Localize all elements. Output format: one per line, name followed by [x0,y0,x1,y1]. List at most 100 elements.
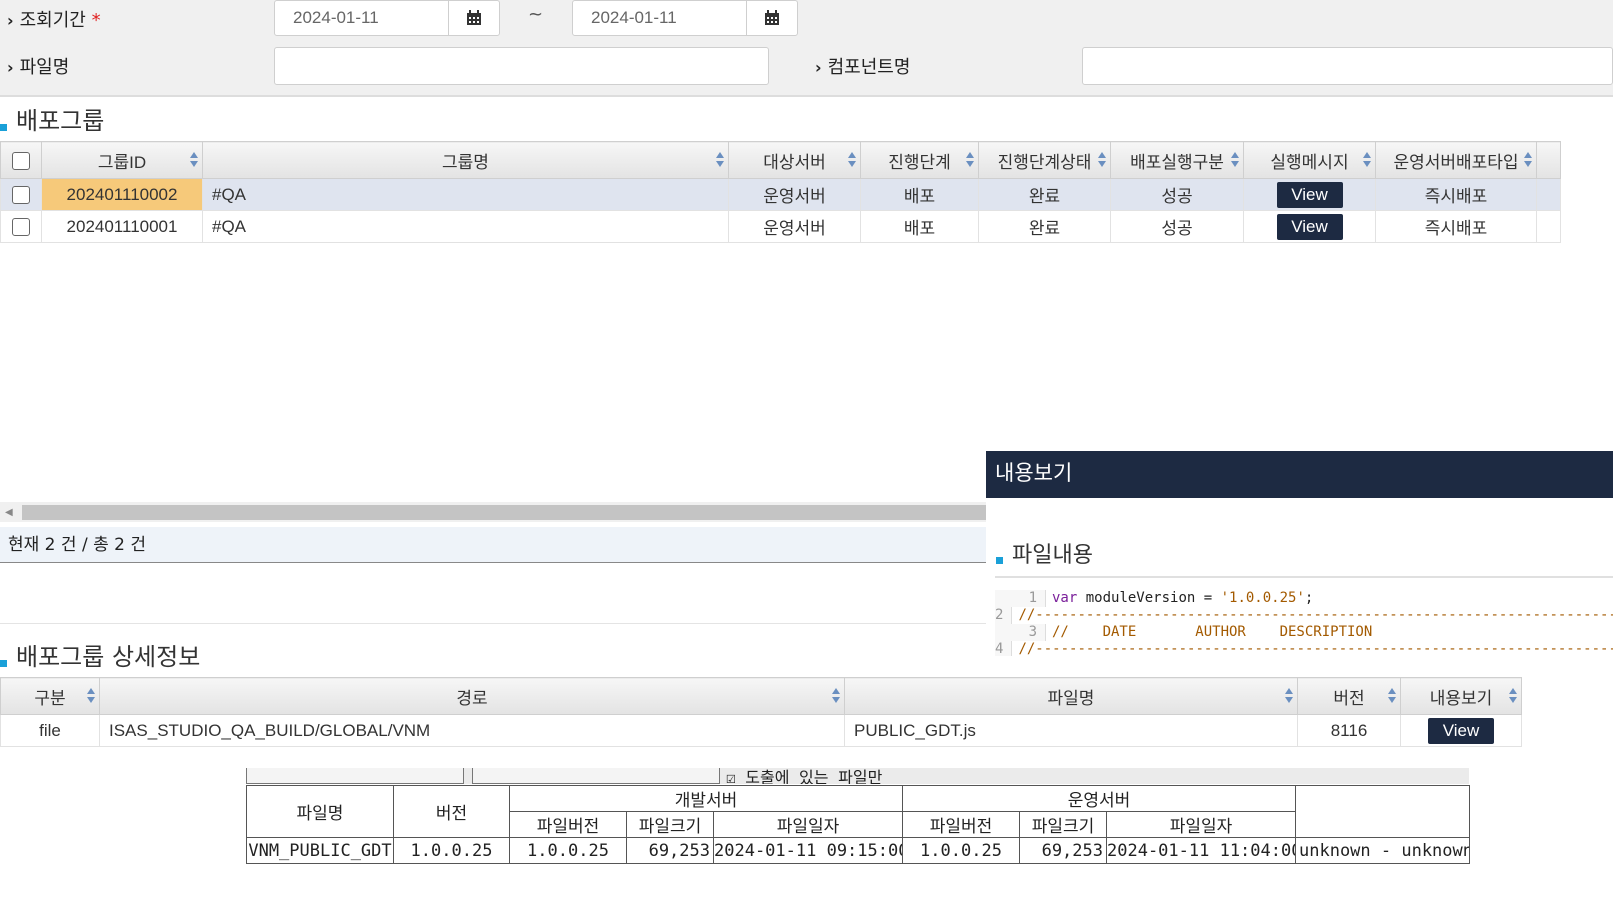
calendar-icon[interactable] [746,1,797,35]
component-input[interactable] [1082,47,1613,85]
cell-filename: VNM_PUBLIC_GDT [246,837,394,864]
cell-exec-message: View [1243,178,1376,211]
cell-prod-date: 2024-01-11 11:04:00 [1106,837,1296,864]
date-from-field[interactable]: 2024-01-11 [274,0,500,36]
chevron-right-icon: › [815,58,822,77]
cell-dev-size: 69,253 [626,837,714,864]
cell-exec-type[interactable]: 성공 [1110,178,1244,211]
date-to-value[interactable]: 2024-01-11 [573,1,746,35]
cell-filename[interactable]: PUBLIC_GDT.js [844,714,1298,747]
col-path[interactable]: 경로 [99,677,845,715]
filename-input[interactable] [274,47,769,85]
detail-table-header: 구분 경로 파일명 버전 내용보기 [0,677,1561,715]
hdr-status [1295,785,1470,838]
toolbar-button[interactable] [472,768,720,784]
hdr-prod-file-version: 파일버전 [902,811,1020,838]
cell-target-server[interactable]: 운영서버 [728,178,861,211]
hdr-version: 버전 [393,785,510,838]
col-stage-status[interactable]: 진행단계상태 [978,141,1111,179]
detail-table: 구분 경로 파일명 버전 내용보기 file ISAS_STUDIO_QA_BU… [0,677,1561,747]
scrollbar-thumb[interactable] [22,505,986,520]
view-message-button[interactable]: View [1276,181,1343,208]
cell-group-id[interactable]: 202401110001 [41,210,203,243]
content-view-title: 내용보기 [986,451,1613,498]
cell-deploy-type[interactable]: 즉시배포 [1375,178,1537,211]
filename-label: › 파일명 [7,57,70,78]
hdr-dev-file-version: 파일버전 [509,811,627,838]
col-exec-message[interactable]: 실행메시지 [1243,141,1376,179]
select-all-checkbox[interactable] [0,141,42,179]
calendar-icon[interactable] [448,1,499,35]
col-deploy-type[interactable]: 운영서버배포타입 [1375,141,1537,179]
col-view[interactable]: 내용보기 [1400,677,1522,715]
toolbar-button[interactable] [246,768,464,784]
cell-stage-status[interactable]: 완료 [978,178,1111,211]
component-label: › 컴포넌트명 [815,57,911,78]
cell-stage[interactable]: 배포 [860,178,979,211]
date-from-value[interactable]: 2024-01-11 [275,1,448,35]
hdr-prod-server: 운영서버 [902,785,1296,812]
group-table-header: 그룹ID 그룹명 대상서버 진행단계 진행단계상태 배포실행구분 실행메시지 운… [0,141,1561,179]
record-count: 현재 2 건 / 총 2 건 [0,527,986,563]
col-spacer [1521,677,1561,715]
cell-version[interactable]: 8116 [1297,714,1401,747]
hdr-filename: 파일명 [246,785,394,838]
cell-view: View [1400,714,1522,747]
horizontal-scrollbar[interactable]: ◀ [0,502,986,522]
code-viewer[interactable]: 1 var moduleVersion = '1.0.0.25'; 2 //--… [995,576,1613,656]
cell-path[interactable]: ISAS_STUDIO_QA_BUILD/GLOBAL/VNM [99,714,845,747]
hdr-dev-file-size: 파일크기 [626,811,714,838]
chevron-right-icon: › [7,58,14,77]
cell-group-name[interactable]: #QA [202,210,729,243]
col-group-id[interactable]: 그룹ID [41,141,203,179]
scroll-left-icon[interactable]: ◀ [5,507,13,518]
hdr-dev-file-date: 파일일자 [713,811,903,838]
col-group-name[interactable]: 그룹명 [202,141,729,179]
cell-status: unknown - unknown [1295,837,1470,864]
file-compare-panel: ☑ 도출에 있는 파일만 파일명 버전 개발서버 운영서버 파일버전 파일크기 … [246,768,1470,868]
cell-deploy-type[interactable]: 즉시배포 [1375,210,1537,243]
only-path-checkbox[interactable]: ☑ 도출에 있는 파일만 [726,768,882,784]
hdr-prod-file-date: 파일일자 [1106,811,1296,838]
cell-stage[interactable]: 배포 [860,210,979,243]
file-content-title: 파일내용 [996,537,1093,569]
cell-target-server[interactable]: 운영서버 [728,210,861,243]
hdr-prod-file-size: 파일크기 [1019,811,1107,838]
cell-dev-version: 1.0.0.25 [509,837,627,864]
group-section-title: 배포그룹 [0,101,104,136]
code-line: 2 //------------------------------------… [995,607,1613,624]
cell-spacer [1536,178,1561,211]
row-checkbox[interactable] [0,210,42,243]
table-row[interactable]: 202401110002 #QA 운영서버 배포 완료 성공 View 즉시배포 [0,178,1561,211]
col-stage[interactable]: 진행단계 [860,141,979,179]
cell-exec-type[interactable]: 성공 [1110,210,1244,243]
cell-type[interactable]: file [0,714,100,747]
code-line: 4 //------------------------------------… [995,641,1613,656]
date-to-field[interactable]: 2024-01-11 [572,0,798,36]
date-range-separator: ~ [528,4,544,25]
row-checkbox[interactable] [0,178,42,211]
detail-section-title: 배포그룹 상세정보 [0,637,200,672]
col-target-server[interactable]: 대상서버 [728,141,861,179]
cell-stage-status[interactable]: 완료 [978,210,1111,243]
cell-spacer [1522,715,1561,747]
cell-group-id[interactable]: 202401110002 [41,178,203,211]
cell-group-name[interactable]: #QA [202,178,729,211]
group-table: 그룹ID 그룹명 대상서버 진행단계 진행단계상태 배포실행구분 실행메시지 운… [0,141,1561,243]
cell-exec-message: View [1243,210,1376,243]
bullet-square-icon [0,124,7,131]
col-exec-type[interactable]: 배포실행구분 [1110,141,1244,179]
cell-dev-date: 2024-01-11 09:15:00 [713,837,903,864]
code-line: 3 // DATE AUTHOR DESCRIPTION [995,624,1613,641]
col-filename[interactable]: 파일명 [844,677,1298,715]
col-type[interactable]: 구분 [0,677,100,715]
compare-row[interactable]: VNM_PUBLIC_GDT 1.0.0.25 1.0.0.25 69,253 … [246,837,1470,864]
compare-toolbar: ☑ 도출에 있는 파일만 [246,768,1469,784]
table-row[interactable]: 202401110001 #QA 운영서버 배포 완료 성공 View 즉시배포 [0,210,1561,243]
view-message-button[interactable]: View [1276,213,1343,240]
view-content-button[interactable]: View [1428,717,1494,744]
period-label: › 조회기간 * [7,10,101,31]
cell-version: 1.0.0.25 [393,837,510,864]
col-version[interactable]: 버전 [1297,677,1401,715]
table-row[interactable]: file ISAS_STUDIO_QA_BUILD/GLOBAL/VNM PUB… [0,714,1561,747]
